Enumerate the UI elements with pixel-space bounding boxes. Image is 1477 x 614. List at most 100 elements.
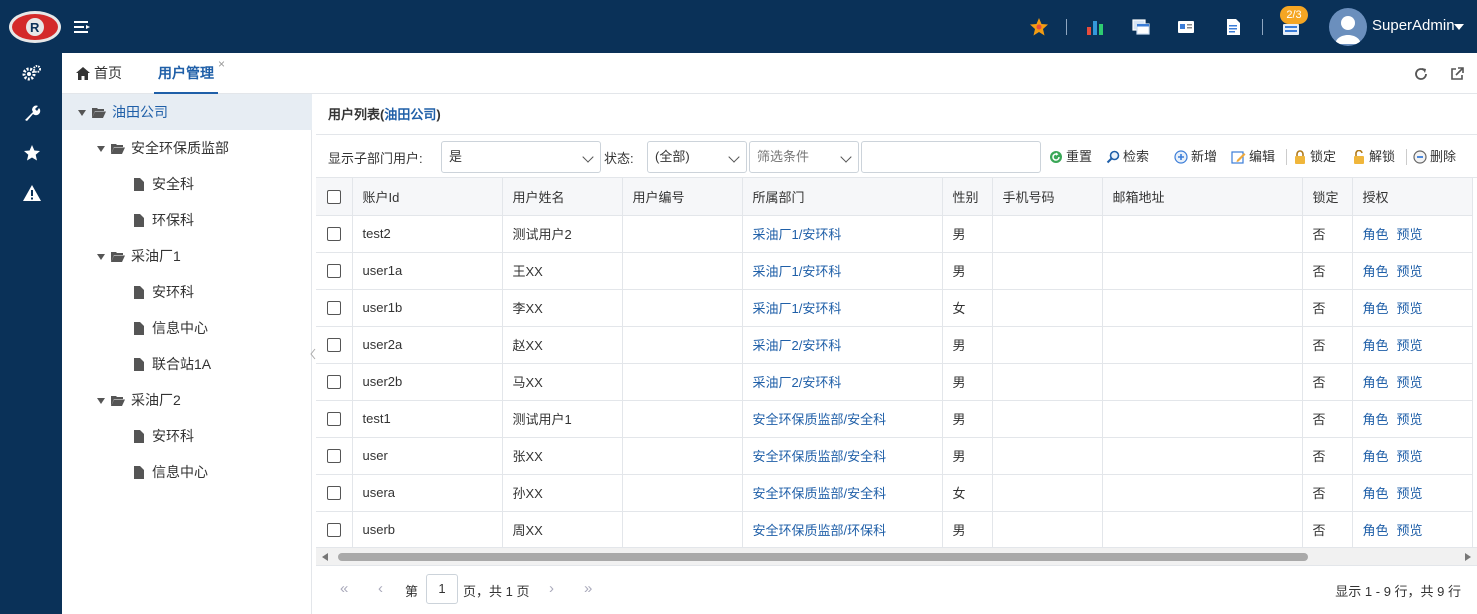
role-link[interactable]: 角色 bbox=[1363, 486, 1389, 501]
tab-user-management[interactable]: 用户管理 bbox=[154, 53, 218, 94]
tree-node-dept[interactable]: 安全环保质监部 bbox=[97, 130, 229, 166]
row-checkbox[interactable] bbox=[326, 338, 341, 353]
column-header[interactable]: 性别 bbox=[942, 178, 993, 216]
warning-icon[interactable] bbox=[22, 183, 42, 203]
table-row[interactable]: userb 周XX 安全环保质监部/环保科男 否角色 预览 bbox=[316, 511, 1473, 547]
column-header[interactable]: 手机号码 bbox=[992, 178, 1103, 216]
cell-department[interactable]: 安全环保质监部/环保科 bbox=[742, 511, 943, 547]
tree-node-leaf[interactable]: 信息中心 bbox=[134, 310, 208, 346]
row-checkbox[interactable] bbox=[326, 486, 341, 501]
tab-home[interactable]: 首页 bbox=[76, 53, 122, 94]
row-checkbox[interactable] bbox=[326, 449, 341, 464]
preview-link[interactable]: 预览 bbox=[1397, 412, 1423, 427]
cell-department[interactable]: 安全环保质监部/安全科 bbox=[742, 474, 943, 512]
caret-down-icon[interactable] bbox=[78, 110, 86, 117]
table-row[interactable]: user 张XX 安全环保质监部/安全科男 否角色 预览 bbox=[316, 437, 1473, 475]
caret-down-icon[interactable] bbox=[97, 398, 105, 405]
table-row[interactable]: user2b 马XX 采油厂2/安环科男 否角色 预览 bbox=[316, 363, 1473, 401]
tree-node-leaf[interactable]: 信息中心 bbox=[134, 454, 208, 490]
role-link[interactable]: 角色 bbox=[1363, 412, 1389, 427]
role-link[interactable]: 角色 bbox=[1363, 449, 1389, 464]
table-row[interactable]: user1b 李XX 采油厂1/安环科女 否角色 预览 bbox=[316, 289, 1473, 327]
tree-node-leaf[interactable]: 环保科 bbox=[134, 202, 194, 238]
role-link[interactable]: 角色 bbox=[1363, 227, 1389, 242]
scroll-left-icon[interactable] bbox=[322, 553, 328, 561]
column-header[interactable]: 用户姓名 bbox=[502, 178, 623, 216]
tree-node-root[interactable]: 油田公司 bbox=[62, 94, 312, 130]
column-header[interactable]: 锁定 bbox=[1302, 178, 1353, 216]
cell-department[interactable]: 采油厂1/安环科 bbox=[742, 252, 943, 290]
preview-link[interactable]: 预览 bbox=[1397, 338, 1423, 353]
prev-page-button[interactable]: ‹ bbox=[378, 580, 383, 597]
tree-node-leaf[interactable]: 安环科 bbox=[134, 418, 194, 454]
row-checkbox[interactable] bbox=[326, 375, 341, 390]
last-page-button[interactable]: » bbox=[584, 580, 592, 597]
table-row[interactable]: user2a 赵XX 采油厂2/安环科男 否角色 预览 bbox=[316, 326, 1473, 364]
role-link[interactable]: 角色 bbox=[1363, 375, 1389, 390]
cell-department[interactable]: 采油厂2/安环科 bbox=[742, 326, 943, 364]
caret-down-icon[interactable] bbox=[97, 146, 105, 153]
username-label[interactable]: SuperAdmin bbox=[1372, 17, 1455, 34]
tree-node-leaf[interactable]: 安全科 bbox=[134, 166, 194, 202]
preview-link[interactable]: 预览 bbox=[1397, 486, 1423, 501]
cell-department[interactable]: 采油厂2/安环科 bbox=[742, 363, 943, 401]
preview-link[interactable]: 预览 bbox=[1397, 523, 1423, 538]
role-link[interactable]: 角色 bbox=[1363, 523, 1389, 538]
preview-link[interactable]: 预览 bbox=[1397, 449, 1423, 464]
select-all-checkbox[interactable] bbox=[326, 190, 341, 205]
caret-down-icon[interactable] bbox=[97, 254, 105, 261]
notification-badge[interactable]: 2/3 bbox=[1280, 6, 1308, 24]
row-checkbox[interactable] bbox=[326, 264, 341, 279]
column-header[interactable]: 授权 bbox=[1352, 178, 1473, 216]
tree-node-leaf[interactable]: 安环科 bbox=[134, 274, 194, 310]
scroll-right-icon[interactable] bbox=[1465, 553, 1471, 561]
role-link[interactable]: 角色 bbox=[1363, 338, 1389, 353]
windows-icon[interactable] bbox=[1130, 16, 1152, 38]
cell-department[interactable]: 采油厂1/安环科 bbox=[742, 215, 943, 253]
horizontal-scrollbar[interactable] bbox=[316, 547, 1477, 565]
tree-node-dept[interactable]: 采油厂2 bbox=[97, 382, 181, 418]
wrench-icon[interactable] bbox=[22, 103, 42, 123]
row-checkbox[interactable] bbox=[326, 301, 341, 316]
unlock-button[interactable]: 解锁 bbox=[1352, 147, 1395, 167]
show-sub-select[interactable]: 是 bbox=[441, 141, 601, 173]
settings-gears-icon[interactable] bbox=[22, 63, 42, 83]
id-card-icon[interactable] bbox=[1175, 16, 1197, 38]
column-header[interactable]: 账户Id bbox=[352, 178, 503, 216]
role-link[interactable]: 角色 bbox=[1363, 264, 1389, 279]
table-row[interactable]: user1a 王XX 采油厂1/安环科男 否角色 预览 bbox=[316, 252, 1473, 290]
filter-field-select[interactable]: 筛选条件 bbox=[749, 141, 859, 173]
tree-node-leaf[interactable]: 联合站1A bbox=[134, 346, 211, 382]
refresh-icon[interactable] bbox=[1412, 65, 1430, 83]
add-button[interactable]: 新增 bbox=[1174, 147, 1217, 167]
cell-department[interactable]: 安全环保质监部/安全科 bbox=[742, 437, 943, 475]
favorite-star-icon[interactable] bbox=[1028, 16, 1050, 38]
column-header[interactable]: 邮箱地址 bbox=[1102, 178, 1303, 216]
menu-toggle-icon[interactable] bbox=[72, 17, 92, 37]
first-page-button[interactable]: « bbox=[340, 580, 348, 597]
lock-button[interactable]: 锁定 bbox=[1293, 147, 1336, 167]
chart-icon[interactable] bbox=[1084, 16, 1106, 38]
avatar[interactable] bbox=[1329, 8, 1367, 46]
row-checkbox[interactable] bbox=[326, 523, 341, 538]
table-row[interactable]: test2 测试用户2 采油厂1/安环科男 否角色 预览 bbox=[316, 215, 1473, 253]
table-row[interactable]: usera 孙XX 安全环保质监部/安全科女 否角色 预览 bbox=[316, 474, 1473, 512]
edit-button[interactable]: 编辑 bbox=[1231, 147, 1275, 167]
page-number-input[interactable]: 1 bbox=[426, 574, 458, 604]
reset-button[interactable]: 重置 bbox=[1049, 147, 1092, 167]
document-icon[interactable] bbox=[1222, 16, 1244, 38]
delete-button[interactable]: 删除 bbox=[1413, 147, 1456, 167]
row-checkbox[interactable] bbox=[326, 227, 341, 242]
open-external-icon[interactable] bbox=[1448, 65, 1466, 83]
search-button[interactable]: 检索 bbox=[1106, 147, 1149, 167]
table-row[interactable]: test1 测试用户1 安全环保质监部/安全科男 否角色 预览 bbox=[316, 400, 1473, 438]
preview-link[interactable]: 预览 bbox=[1397, 301, 1423, 316]
next-page-button[interactable]: › bbox=[549, 580, 554, 597]
cell-department[interactable]: 采油厂1/安环科 bbox=[742, 289, 943, 327]
column-header[interactable]: 所属部门 bbox=[742, 178, 943, 216]
filter-input[interactable] bbox=[861, 141, 1041, 173]
scrollbar-thumb[interactable] bbox=[338, 553, 1308, 561]
user-menu-caret-icon[interactable] bbox=[1454, 24, 1464, 30]
tree-node-dept[interactable]: 采油厂1 bbox=[97, 238, 181, 274]
row-checkbox[interactable] bbox=[326, 412, 341, 427]
